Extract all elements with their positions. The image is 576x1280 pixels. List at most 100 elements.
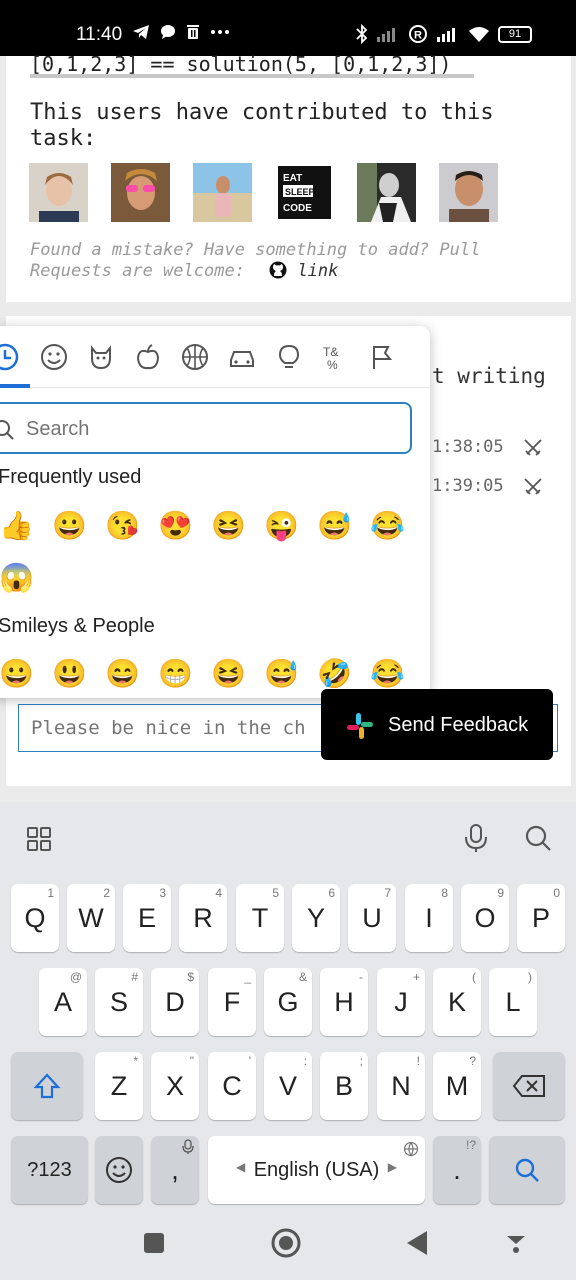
key-e[interactable]: 3E	[123, 884, 171, 952]
key-k[interactable]: (K	[433, 968, 481, 1036]
emoji-item[interactable]: 😂	[361, 508, 414, 544]
key-h[interactable]: -H	[320, 968, 368, 1036]
flags-icon[interactable]	[368, 342, 398, 372]
apps-grid-icon[interactable]	[26, 826, 52, 852]
message-time: 1:38:05	[432, 437, 504, 457]
search-icon[interactable]	[524, 824, 552, 852]
contribution-note: Found a mistake? Have something to add? …	[30, 240, 550, 282]
emoji-item[interactable]: 😀	[43, 508, 96, 544]
space-right-arrow: ▶	[387, 1160, 397, 1174]
emoji-key[interactable]	[95, 1136, 143, 1204]
contributor-avatars: EAT SLEEP CODE	[29, 163, 498, 222]
emoji-category-bar: T&%	[0, 326, 430, 388]
objects-bulb-icon[interactable]	[274, 342, 304, 372]
avatar[interactable]	[439, 163, 498, 222]
key-y[interactable]: 6Y	[292, 884, 340, 952]
signal-icon	[377, 28, 395, 42]
key-x[interactable]: " X	[151, 1052, 199, 1120]
svg-text:EAT: EAT	[283, 173, 302, 184]
message-time: 1:39:05	[432, 476, 504, 496]
food-apple-icon[interactable]	[133, 342, 163, 372]
backspace-key[interactable]	[493, 1052, 565, 1120]
send-feedback-button[interactable]: Send Feedback	[321, 689, 553, 760]
key-f[interactable]: _ F	[208, 968, 256, 1036]
key-g[interactable]: & G	[264, 968, 312, 1036]
home-button[interactable]	[270, 1227, 302, 1259]
key-z[interactable]: * Z	[95, 1052, 143, 1120]
emoji-search-box[interactable]	[0, 402, 412, 454]
symbols-icon[interactable]: T&%	[321, 342, 351, 372]
emoji-item[interactable]: 😜	[255, 508, 308, 544]
key-w[interactable]: 2W	[67, 884, 115, 952]
period-key[interactable]: !?.	[433, 1136, 481, 1204]
key-l[interactable]: ) L	[489, 968, 537, 1036]
comma-key[interactable]: ,	[151, 1136, 199, 1204]
key-j[interactable]: + J	[377, 968, 425, 1036]
emoji-item[interactable]: 😂	[361, 656, 414, 692]
animal-icon[interactable]	[86, 342, 116, 372]
key-a[interactable]: @ A	[39, 968, 87, 1036]
back-button[interactable]	[406, 1230, 428, 1256]
github-icon[interactable]	[269, 261, 287, 279]
emoji-item[interactable]: 😅	[255, 656, 308, 692]
emoji-item[interactable]: 😘	[96, 508, 149, 544]
key-t[interactable]: 5T	[236, 884, 284, 952]
github-link[interactable]: link	[297, 261, 338, 281]
recent-apps-button[interactable]	[143, 1232, 165, 1254]
emoji-item[interactable]: 👍	[0, 508, 43, 544]
emoji-search-input[interactable]	[26, 414, 386, 444]
emoji-item[interactable]: 😆	[202, 508, 255, 544]
search-key[interactable]	[489, 1136, 565, 1204]
key-n[interactable]: ! N	[377, 1052, 425, 1120]
avatar[interactable]	[357, 163, 416, 222]
key-v[interactable]: :V	[264, 1052, 312, 1120]
key-s[interactable]: # S	[95, 968, 143, 1036]
emoji-item[interactable]: 😅	[308, 508, 361, 544]
emoji-item[interactable]: 😆	[202, 656, 255, 692]
smiley-icon	[106, 1157, 132, 1183]
keyboard-hide-icon[interactable]	[505, 1232, 527, 1254]
key-m[interactable]: ? M	[433, 1052, 481, 1120]
symbols-key[interactable]: ?123	[11, 1136, 88, 1204]
emoji-item[interactable]: 😄	[96, 656, 149, 692]
code-scrollbar[interactable]	[30, 74, 474, 78]
key-r[interactable]: 4R	[179, 884, 227, 952]
roaming-icon: R	[409, 25, 427, 43]
note-text: Found a mistake? Have something to add? …	[30, 240, 481, 281]
avatar[interactable]	[193, 163, 252, 222]
smiley-icon[interactable]	[39, 342, 69, 372]
emoji-item[interactable]: 😃	[43, 656, 96, 692]
microphone-icon[interactable]	[462, 822, 490, 854]
emoji-item[interactable]: 😁	[149, 656, 202, 692]
swords-icon[interactable]	[522, 476, 544, 498]
key-c[interactable]: ' C	[208, 1052, 256, 1120]
avatar[interactable]	[29, 163, 88, 222]
frequent-emoji-row: 😱	[0, 560, 43, 596]
emoji-item[interactable]: 🤣	[308, 656, 361, 692]
avatar[interactable]: EAT SLEEP CODE	[275, 163, 334, 222]
battery-icon: 91	[498, 25, 532, 43]
activity-ball-icon[interactable]	[180, 342, 210, 372]
emoji-item[interactable]: 😱	[0, 560, 43, 596]
key-b[interactable]: ; B	[320, 1052, 368, 1120]
emoji-item[interactable]: 😀	[0, 656, 43, 692]
swords-icon[interactable]	[522, 437, 544, 459]
key-u[interactable]: 7U	[348, 884, 396, 952]
key-p[interactable]: 0P	[517, 884, 565, 952]
space-key[interactable]: ◀ English (USA) ▶	[208, 1136, 425, 1204]
code-line: [0,1,2,3] == solution(5, [0,1,2,3])	[30, 52, 452, 74]
emoji-item[interactable]: 😍	[149, 508, 202, 544]
recent-clock-icon[interactable]	[0, 342, 20, 372]
avatar[interactable]	[111, 163, 170, 222]
section-frequently-used: Frequently used	[0, 466, 142, 488]
key-i[interactable]: 8I	[405, 884, 453, 952]
key-q[interactable]: 1Q	[11, 884, 59, 952]
shift-arrow-icon	[33, 1073, 61, 1099]
search-icon	[0, 420, 14, 440]
shift-key[interactable]	[11, 1052, 83, 1120]
travel-car-icon[interactable]	[227, 342, 257, 372]
key-d[interactable]: $ D	[151, 968, 199, 1036]
chat-bubble-icon	[161, 25, 175, 39]
emoji-picker: T&% Frequently used 👍 😀 😘 😍 😆 😜 😅 😂 😱 Sm…	[0, 326, 430, 698]
key-o[interactable]: 9O	[461, 884, 509, 952]
